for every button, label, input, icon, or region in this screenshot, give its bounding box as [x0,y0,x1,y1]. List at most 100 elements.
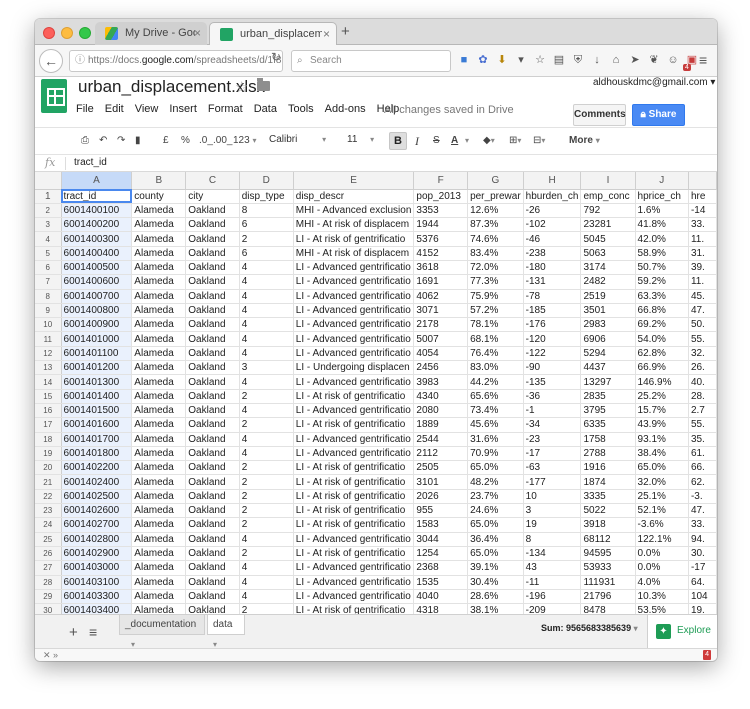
cell[interactable]: 1691 [413,274,469,290]
cell[interactable]: 3 [523,503,582,519]
download-icon[interactable]: ⬇ [495,53,509,67]
cell[interactable]: -3.6% [635,517,689,533]
cell[interactable]: MHI - Advanced exclusion [293,203,415,219]
cell[interactable]: 33. [688,517,717,533]
cell[interactable]: Oakland [185,546,240,562]
cell[interactable]: 2 [239,231,294,247]
cell[interactable]: 32.0% [635,474,689,490]
cell[interactable]: 31.6% [467,432,524,447]
percent-format-button[interactable]: % [181,134,190,148]
row-number[interactable]: 3 [35,217,62,233]
cell[interactable]: 10 [523,489,582,505]
column-header[interactable]: E [293,172,415,190]
chevron-down-icon[interactable]: ▾ [465,134,469,148]
cell[interactable]: 4 [239,560,294,576]
italic-button[interactable]: I [415,134,419,148]
row-number[interactable]: 8 [35,289,62,304]
cell[interactable]: -23 [523,432,582,447]
cell[interactable]: 2 [239,503,294,519]
cell[interactable]: 104 [688,589,717,605]
double-chevron-icon[interactable]: ✕ » [43,649,58,661]
cell[interactable]: 87.3% [467,217,524,233]
cell[interactable]: 94595 [580,546,636,562]
cell[interactable]: 45.6% [467,417,524,433]
formula-input[interactable]: tract_id [74,157,107,168]
cell[interactable]: Alameda [131,246,187,261]
cell[interactable]: 4 [239,331,294,347]
cell[interactable]: Alameda [131,517,187,533]
row-number[interactable]: 21 [35,474,62,490]
menu-format[interactable]: Format [208,103,243,115]
cell[interactable]: 6001400100 [61,203,133,219]
cell[interactable]: 8 [239,203,294,219]
back-button[interactable]: ← [39,49,63,73]
column-header[interactable]: G [467,172,524,190]
cell[interactable]: Oakland [185,274,240,290]
row-number[interactable]: 6 [35,260,62,276]
cell[interactable]: 43 [523,560,582,576]
cell[interactable]: 36.4% [467,532,524,547]
cell[interactable]: 10.3% [635,589,689,605]
cell[interactable]: 94. [688,532,717,547]
row-number[interactable]: 28 [35,575,62,590]
cell[interactable]: 6001401100 [61,346,133,362]
cell[interactable]: Alameda [131,417,187,433]
cell[interactable]: -176 [523,317,582,333]
cell[interactable]: LI - Advanced gentrificatio [293,432,415,447]
cell[interactable]: LI - Advanced gentrificatio [293,346,415,362]
cell[interactable]: Alameda [131,260,187,276]
cell[interactable]: 3174 [580,260,636,276]
cell[interactable]: -90 [523,360,582,376]
cell[interactable]: 63.3% [635,289,689,304]
row-number[interactable]: 17 [35,417,62,433]
cell[interactable]: 146.9% [635,374,689,390]
cell[interactable]: 1.6% [635,203,689,219]
cell[interactable]: Oakland [185,432,240,447]
cell[interactable]: 57.2% [467,303,524,319]
merge-cells-icon[interactable]: ⊟▾ [533,134,545,148]
cell[interactable]: -14 [688,203,717,219]
cell[interactable]: LI - At risk of gentrificatio [293,231,415,247]
cell[interactable]: 2 [239,474,294,490]
cell[interactable]: Alameda [131,346,187,362]
cell[interactable]: 4318 [413,603,469,614]
cell[interactable]: 2788 [580,446,636,462]
sheets-logo-icon[interactable] [41,79,67,113]
leaf-icon[interactable]: ❦ [647,53,661,67]
cell[interactable]: 6001402500 [61,489,133,505]
cell[interactable]: MHI - At risk of displacem [293,217,415,233]
cell[interactable]: 2026 [413,489,469,505]
cell[interactable]: Oakland [185,246,240,261]
column-header[interactable] [688,172,717,190]
cell[interactable]: 26. [688,360,717,376]
save-status[interactable]: All changes saved in Drive [384,104,514,116]
header-cell[interactable]: tract_id [61,189,133,204]
cell[interactable]: 44.2% [467,374,524,390]
cell[interactable]: 2835 [580,389,636,404]
cell[interactable]: Alameda [131,546,187,562]
cell[interactable]: 4437 [580,360,636,376]
cell[interactable]: 8 [523,532,582,547]
cell[interactable]: 69.2% [635,317,689,333]
cell[interactable]: 4 [239,532,294,547]
cell[interactable]: -11 [523,575,582,590]
row-number[interactable]: 22 [35,489,62,505]
cell[interactable]: Oakland [185,331,240,347]
cell[interactable]: -17 [688,560,717,576]
download-arrow-icon[interactable]: ↓ [590,53,604,67]
cell[interactable]: Oakland [185,260,240,276]
cell[interactable]: 6001400300 [61,231,133,247]
cell[interactable]: LI - At risk of gentrificatio [293,474,415,490]
cell[interactable]: Oakland [185,289,240,304]
cell[interactable]: 4 [239,446,294,462]
chevron-down-icon[interactable]: ▾ [514,53,528,67]
cell[interactable]: 72.0% [467,260,524,276]
cell[interactable]: 2 [239,417,294,433]
header-cell[interactable]: pop_2013 [413,189,469,204]
row-number[interactable]: 14 [35,374,62,390]
cell[interactable]: 48.2% [467,474,524,490]
cell[interactable]: 4062 [413,289,469,304]
browser-tab-drive[interactable]: My Drive - Google Drive × [95,22,207,45]
cell[interactable]: 1535 [413,575,469,590]
cell[interactable]: 5294 [580,346,636,362]
